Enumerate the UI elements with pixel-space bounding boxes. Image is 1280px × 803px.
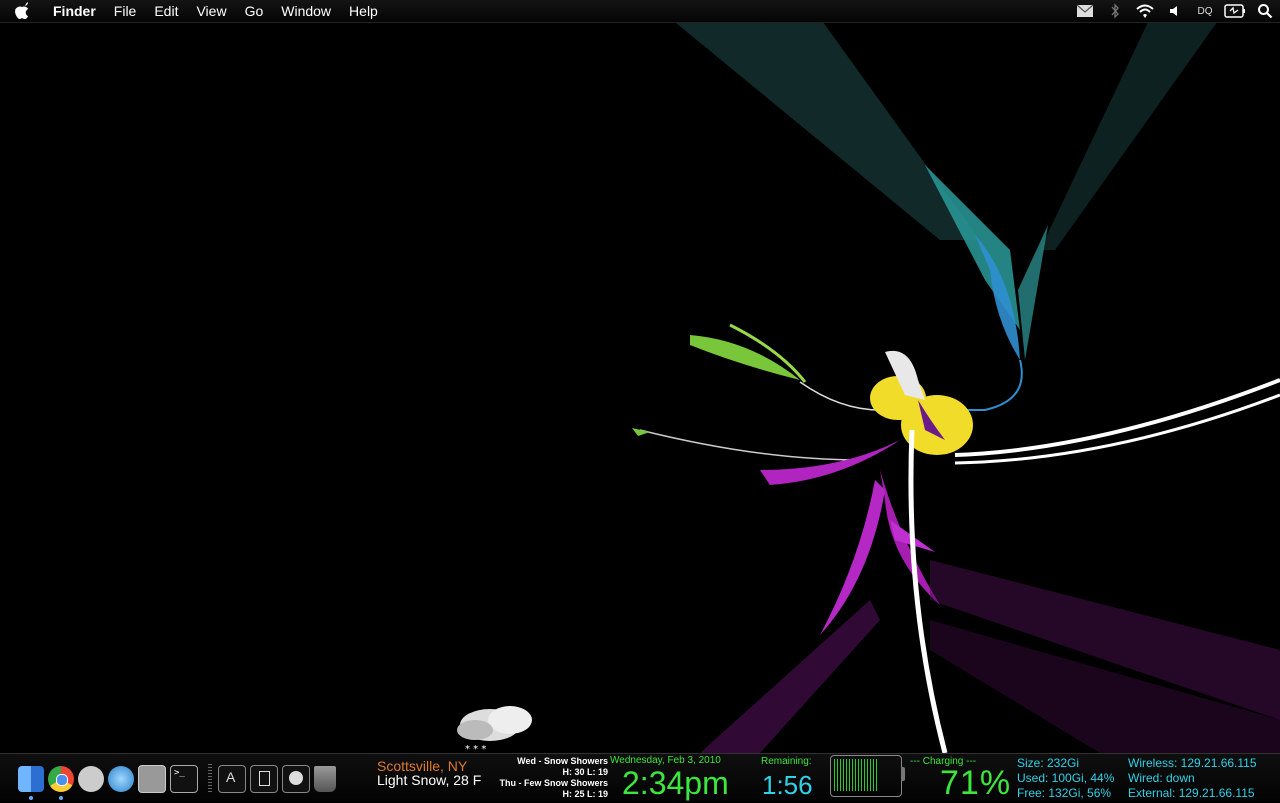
bluetooth-icon[interactable] bbox=[1100, 0, 1130, 22]
wifi-icon[interactable] bbox=[1130, 0, 1160, 22]
menu-help[interactable]: Help bbox=[340, 0, 387, 22]
status-text-dq[interactable]: DQ bbox=[1190, 0, 1220, 22]
forecast-day-2-temps: H: 25 L: 19 bbox=[562, 789, 608, 799]
menu-view[interactable]: View bbox=[187, 0, 235, 22]
network-wired: Wired: down bbox=[1128, 771, 1195, 785]
status-menu-area: DQ bbox=[1070, 0, 1280, 22]
ichat-dock-icon[interactable] bbox=[78, 766, 104, 792]
spotlight-search-icon[interactable] bbox=[1250, 0, 1280, 22]
battery-icon[interactable] bbox=[1220, 0, 1250, 22]
documents-folder-dock-icon[interactable] bbox=[250, 765, 278, 793]
network-external: External: 129.21.66.115 bbox=[1128, 786, 1255, 800]
desktop-wallpaper: * * * bbox=[457, 18, 1280, 755]
dock-separator bbox=[208, 764, 212, 794]
mail-icon[interactable] bbox=[1070, 0, 1100, 22]
battery-gauge-terminal bbox=[901, 767, 905, 781]
menu-finder[interactable]: Finder bbox=[44, 0, 105, 22]
network-wireless: Wireless: 129.21.66.115 bbox=[1128, 756, 1257, 770]
disk-size: Size: 232Gi bbox=[1017, 756, 1080, 770]
battery-gauge-fill bbox=[834, 759, 879, 791]
weather-current: Light Snow, 28 F bbox=[377, 772, 482, 788]
battery-remaining-value: 1:56 bbox=[762, 770, 813, 800]
menu-edit[interactable]: Edit bbox=[145, 0, 187, 22]
forecast-day-1-temps: H: 30 L: 19 bbox=[562, 767, 608, 777]
disk-free: Free: 132Gi, 56% bbox=[1017, 786, 1112, 800]
menu-window[interactable]: Window bbox=[272, 0, 340, 22]
volume-icon[interactable] bbox=[1160, 0, 1190, 22]
disk-used: Used: 100Gi, 44% bbox=[1017, 771, 1115, 785]
menu-go[interactable]: Go bbox=[236, 0, 273, 22]
menu-file[interactable]: File bbox=[105, 0, 146, 22]
system-preferences-dock-icon[interactable] bbox=[138, 765, 166, 793]
chrome-dock-icon[interactable] bbox=[48, 766, 74, 800]
downloads-folder-dock-icon[interactable] bbox=[282, 765, 310, 793]
forecast-day-2: Thu - Few Snow Showers bbox=[499, 778, 608, 788]
trash-dock-icon[interactable] bbox=[314, 766, 336, 792]
dock: >_ A bbox=[18, 764, 340, 800]
itunes-dock-icon[interactable] bbox=[108, 766, 134, 792]
finder-dock-icon[interactable] bbox=[18, 766, 44, 800]
battery-gauge bbox=[830, 755, 902, 797]
terminal-dock-icon[interactable]: >_ bbox=[170, 765, 198, 793]
menu-bar: Finder File Edit View Go Window Help DQ bbox=[0, 0, 1280, 23]
clock-time: 2:34pm bbox=[622, 765, 729, 801]
applications-folder-dock-icon[interactable]: A bbox=[218, 765, 246, 793]
apple-icon[interactable] bbox=[0, 0, 44, 22]
battery-remaining-label: Remaining: bbox=[761, 756, 812, 767]
forecast-day-1: Wed - Snow Showers bbox=[517, 756, 608, 766]
battery-percent: 71% bbox=[940, 764, 1012, 802]
